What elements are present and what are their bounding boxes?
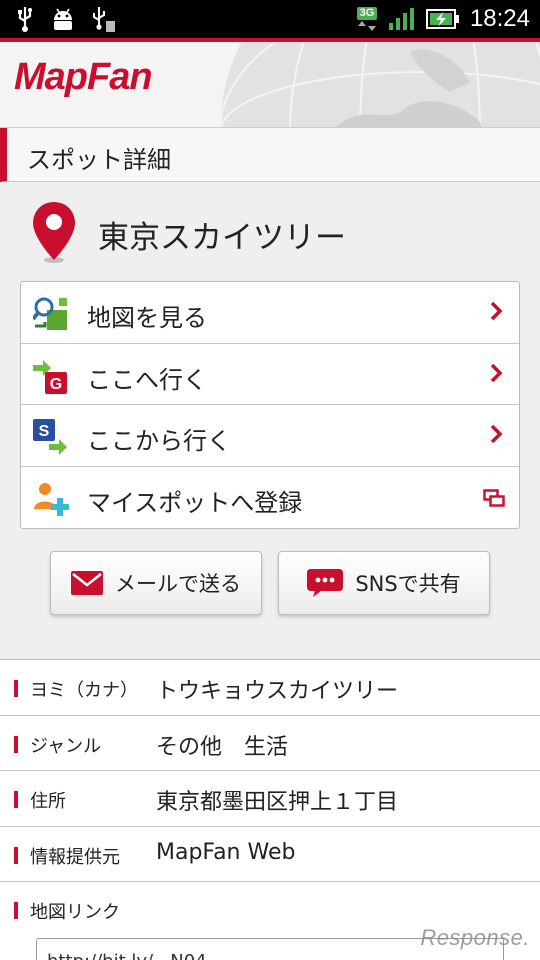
response-watermark: Response. [420,925,530,950]
menu-item-label: ここへ行く [87,365,207,394]
map-search-icon [33,297,67,330]
data-activity-icon [357,21,376,31]
row-marker [14,735,18,753]
svg-text:G: G [50,376,62,393]
row-marker [14,680,18,697]
send-mail-button[interactable]: メールで送る [50,551,262,615]
status-clock: 18:24 [469,5,530,32]
svg-text:S: S [39,423,50,440]
chevron-right-icon [490,424,503,444]
share-sns-button[interactable]: SNSで共有 [278,551,490,615]
usb-storage-icon [93,7,115,32]
info-row-provider: 情報提供元 MapFan Web [0,827,540,882]
usb-icon [18,7,32,32]
globe-background-icon [219,42,540,127]
info-row-reading: ヨミ（カナ） トウキョウスカイツリー [0,660,540,716]
menu-item-label: 地図を見る [87,304,207,332]
menu-item-go-here[interactable]: G ここへ行く [21,344,519,405]
info-value: その他 生活 [156,734,289,760]
info-key: ジャンル [30,735,102,757]
row-marker [14,846,18,864]
android-debug-icon [54,8,72,30]
chat-bubble-icon [307,569,344,597]
add-user-icon [34,482,69,516]
info-key: ヨミ（カナ） [30,680,138,701]
open-window-icon [483,488,505,507]
section-header: スポット詳細 [0,128,540,182]
page-title: スポット詳細 [27,146,171,174]
spot-action-menu: 地図を見る G ここへ行く S ここから行く マイスポットへ登録 [20,281,520,529]
menu-item-label: ここから行く [87,427,231,455]
menu-item-label: マイスポットへ登録 [87,488,303,517]
spot-pin [30,200,78,264]
info-row-address: 住所 東京都墨田区押上１丁目 [0,771,540,827]
chevron-right-icon [490,301,503,321]
battery-charging-icon [425,9,459,29]
info-row-genre: ジャンル その他 生活 [0,716,540,771]
share-sns-label: SNSで共有 [355,572,461,596]
info-value: MapFan Web [156,839,296,865]
route-to-icon: G [33,359,67,394]
spot-info-list: ヨミ（カナ） トウキョウスカイツリー ジャンル その他 生活 住所 東京都墨田区… [0,659,540,960]
info-value: 東京都墨田区押上１丁目 [156,790,399,815]
status-bar: 3G 18:24 [0,0,540,38]
signal-strength-icon [388,8,414,30]
network-type-badge: 3G [356,7,378,20]
menu-item-view-map[interactable]: 地図を見る [21,282,519,344]
mapfan-logo: MapFan [14,56,153,98]
route-from-icon: S [33,419,67,455]
info-key: 情報提供元 [30,846,120,868]
info-key: 地図リンク [30,902,120,923]
info-value: トウキョウスカイツリー [156,679,399,704]
app-header: MapFan [0,38,540,128]
menu-item-go-from-here[interactable]: S ここから行く [21,405,519,467]
map-pin-icon [33,202,75,263]
send-mail-label: メールで送る [115,572,241,596]
info-key: 住所 [30,791,66,812]
chevron-right-icon [490,363,503,382]
menu-item-register-myspot[interactable]: マイスポットへ登録 [21,467,519,529]
row-marker [14,902,18,919]
row-marker [14,791,18,808]
spot-name: 東京スカイツリー [98,220,346,256]
mail-icon [71,571,103,595]
